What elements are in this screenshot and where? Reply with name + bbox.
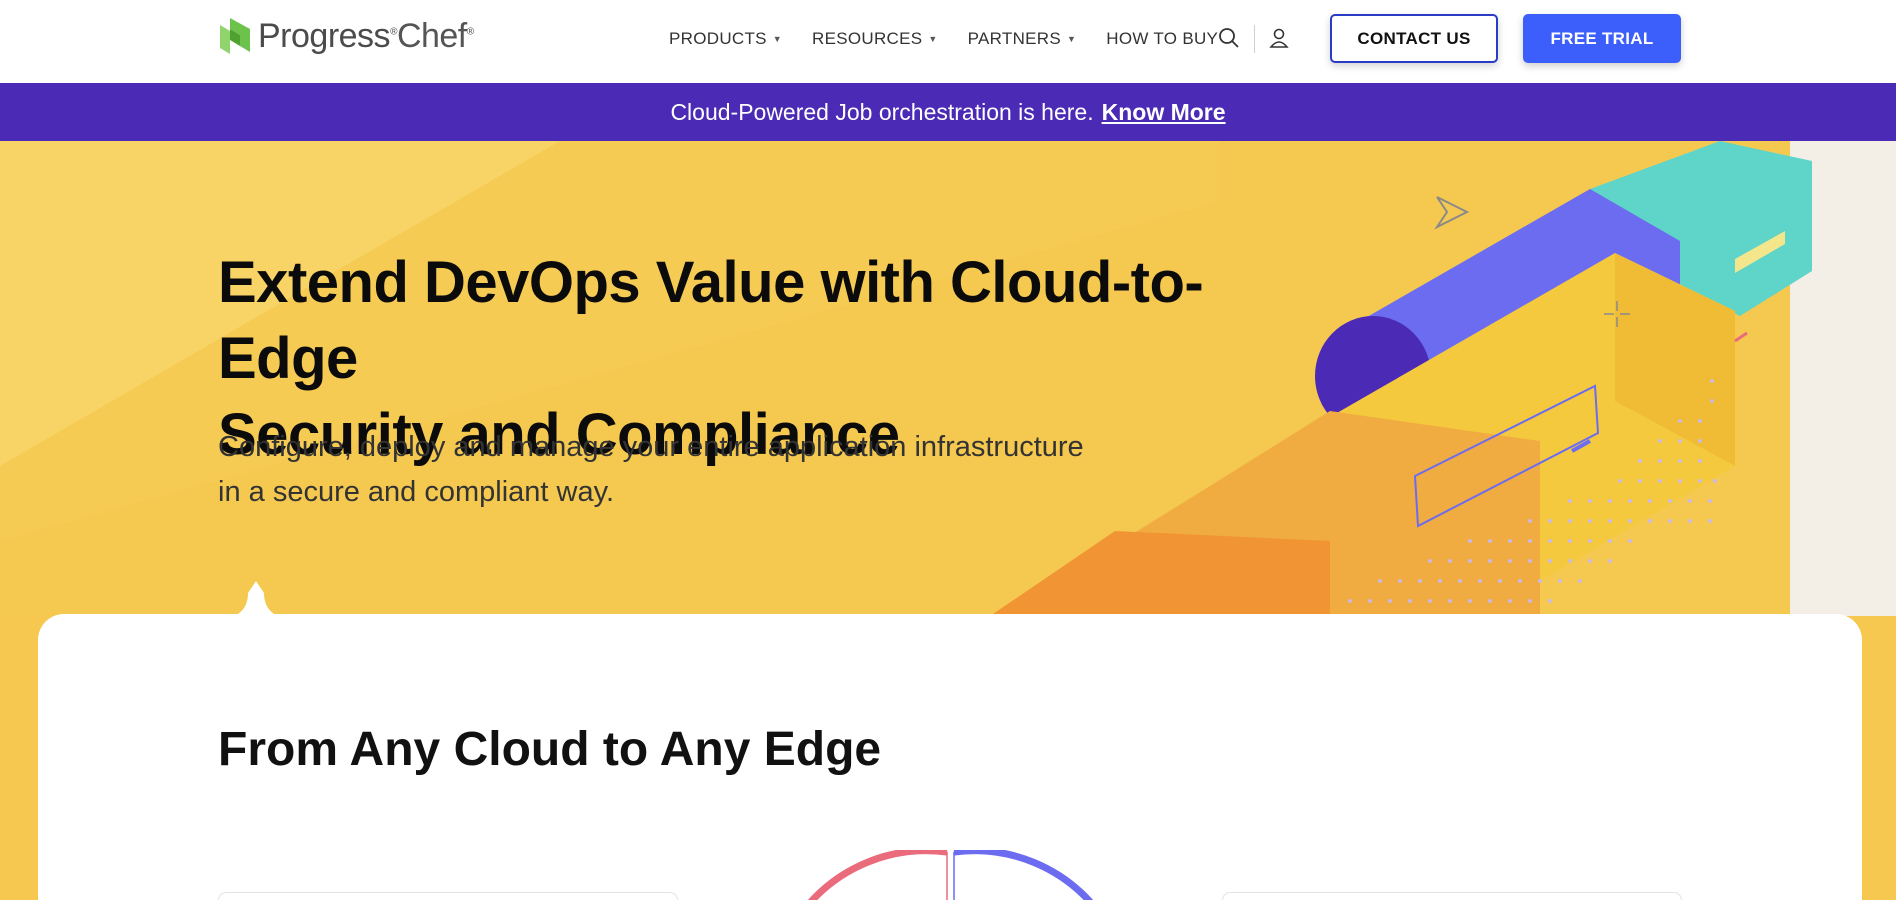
nav-partners[interactable]: PARTNERS ▼ xyxy=(968,29,1077,49)
caret-down-icon: ▼ xyxy=(772,33,783,44)
main-nav: PRODUCTS ▼ RESOURCES ▼ PARTNERS ▼ HOW TO… xyxy=(669,0,1218,77)
search-icon[interactable] xyxy=(1215,24,1243,52)
contact-us-button[interactable]: CONTACT US xyxy=(1330,14,1498,63)
know-more-link[interactable]: Know More xyxy=(1102,99,1226,126)
caret-down-icon: ▼ xyxy=(928,33,938,44)
nav-how-to-buy-label: HOW TO BUY xyxy=(1106,28,1219,48)
nav-products[interactable]: PRODUCTS ▼ xyxy=(669,29,782,49)
arrow-outline-icon xyxy=(1434,196,1470,230)
progress-logo-icon xyxy=(218,16,252,56)
feature-card-right xyxy=(1222,892,1682,900)
hero-subtitle-line1: Configure, deploy and manage your entire… xyxy=(218,431,1084,463)
hero-subtitle-line2: in a secure and compliant way. xyxy=(218,476,615,508)
banner-text: Cloud-Powered Job orchestration is here. xyxy=(670,98,1094,125)
logo-wordmark: Progress®Chef® xyxy=(258,16,474,55)
nav-resources[interactable]: RESOURCES ▼ xyxy=(812,29,938,49)
site-header: Progress®Chef® PRODUCTS ▼ RESOURCES ▼ PA… xyxy=(0,0,1896,83)
header-divider xyxy=(1254,25,1255,53)
section-title: From Any Cloud to Any Edge xyxy=(218,723,882,776)
cloud-edge-ring xyxy=(807,850,1094,900)
nav-how-to-buy[interactable]: HOW TO BUY xyxy=(1106,29,1218,49)
announcement-banner: Cloud-Powered Job orchestration is here.… xyxy=(0,83,1896,141)
nav-resources-label: RESOURCES xyxy=(812,28,923,48)
hero-section: Extend DevOps Value with Cloud-to-Edge S… xyxy=(0,141,1896,616)
progress-chef-logo[interactable]: Progress®Chef® xyxy=(218,16,474,56)
nav-products-label: PRODUCTS xyxy=(669,28,767,48)
hero-subtitle: Configure, deploy and manage your entire… xyxy=(218,425,1168,515)
feature-card-left xyxy=(218,892,678,900)
hero-title-line1: Extend DevOps Value with Cloud-to-Edge xyxy=(218,250,1204,391)
nav-partners-label: PARTNERS xyxy=(967,28,1062,48)
free-trial-button[interactable]: FREE TRIAL xyxy=(1523,14,1681,63)
caret-down-icon: ▼ xyxy=(1067,33,1077,44)
user-icon[interactable] xyxy=(1265,24,1293,52)
